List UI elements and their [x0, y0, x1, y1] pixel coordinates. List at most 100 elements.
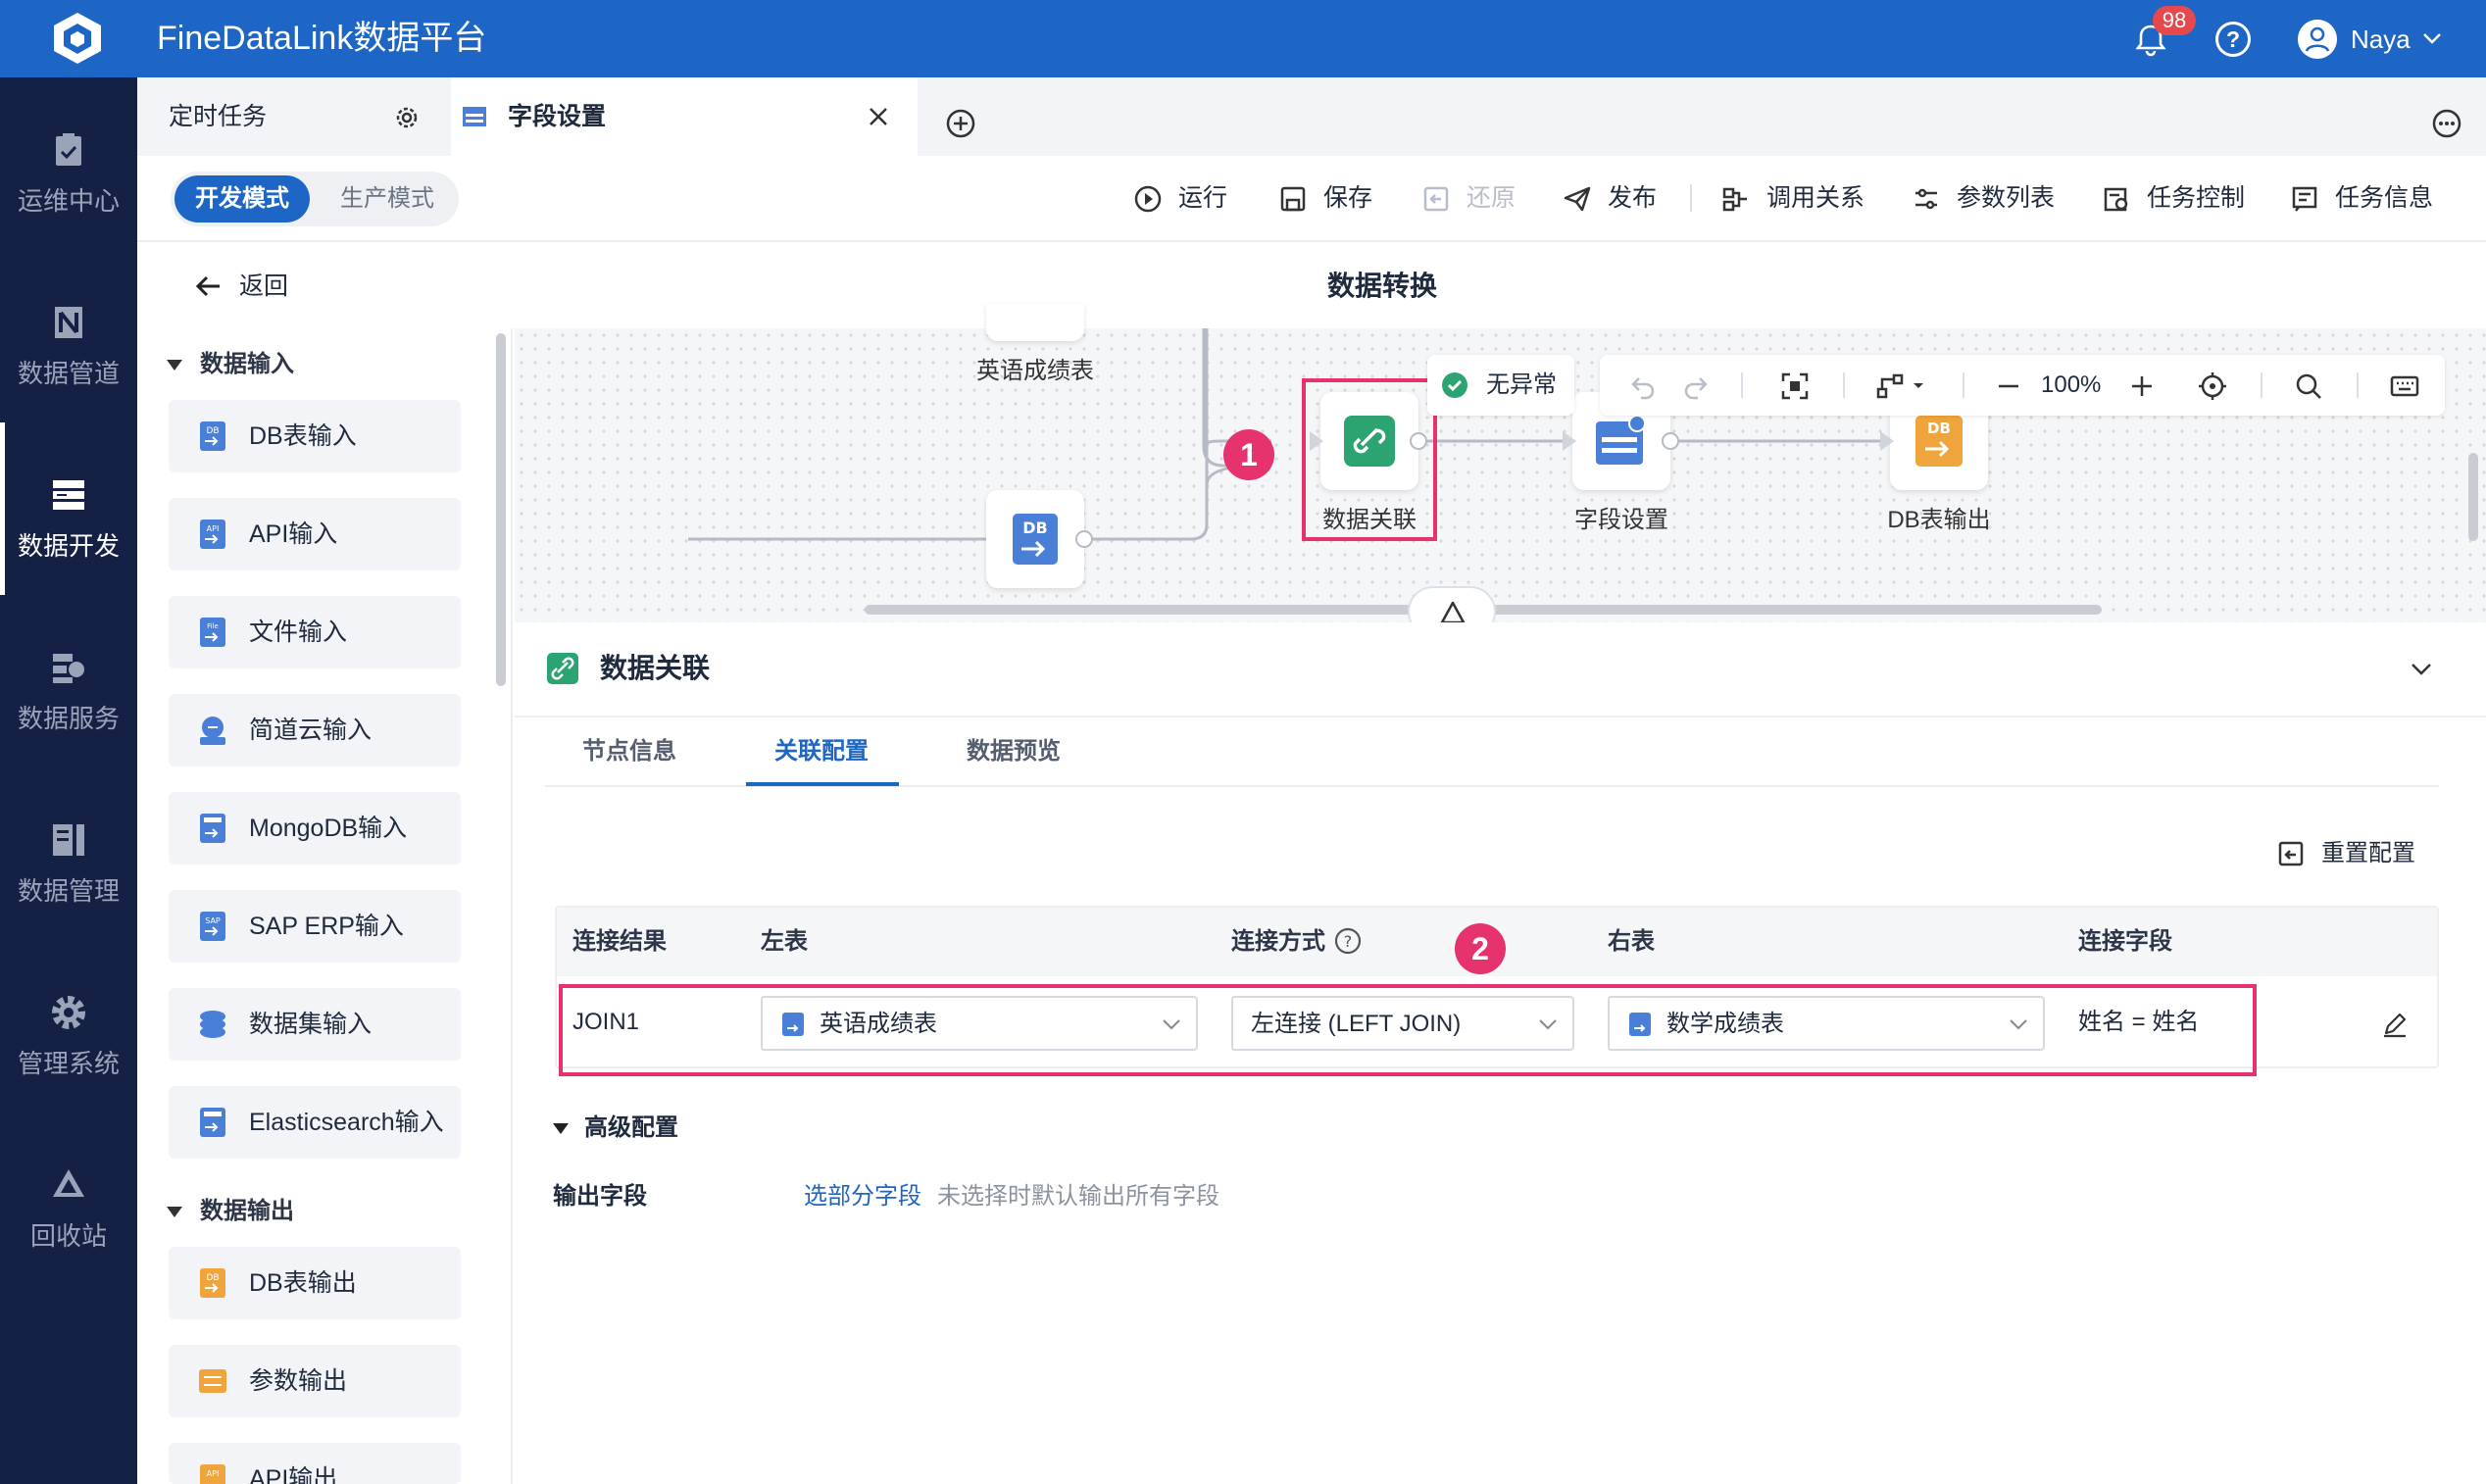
send-icon: [1564, 186, 1591, 212]
palette-item-file-input[interactable]: File 文件输入: [169, 596, 461, 668]
palette-item-dataset-input[interactable]: 数据集输入: [169, 988, 461, 1061]
toolbar-divider: [1741, 372, 1743, 398]
more-icon[interactable]: [2431, 108, 2462, 139]
tab-node-info[interactable]: 节点信息: [582, 735, 676, 768]
nav-item-data-dev[interactable]: 数据开发: [0, 422, 137, 595]
back-button[interactable]: 返回: [239, 267, 288, 306]
run-icon: [1134, 185, 1162, 213]
nav-item-data-management[interactable]: 数据管理: [0, 767, 137, 940]
palette-item-label: 简道云输入: [249, 717, 373, 744]
task-info-label: 任务信息: [2335, 184, 2434, 212]
nav-label: 运维中心: [17, 186, 120, 216]
sliders-icon: [1915, 188, 1937, 210]
palette-item-mongodb-input[interactable]: MongoDB输入: [169, 792, 461, 865]
edit-icon[interactable]: [2380, 1010, 2410, 1039]
palette-item-db-output[interactable]: DB DB表输出: [169, 1247, 461, 1319]
palette-scrollbar[interactable]: [496, 333, 506, 686]
chevron-down-icon[interactable]: [2419, 25, 2445, 51]
clipboard-check-icon: [56, 133, 81, 166]
palette-item-param-output[interactable]: 参数输出: [169, 1345, 461, 1417]
flow-node-label: 英语成绩表: [976, 358, 1094, 384]
highlight-box-2: [559, 984, 2257, 1076]
left-nav: 运维中心 数据管道 数据开发 数据服务 数据管理 管理系统 回收站: [0, 77, 137, 1484]
chevron-down-icon[interactable]: [2408, 655, 2435, 682]
zoom-level: 100%: [2041, 371, 2102, 398]
palette-item-sap-input[interactable]: SAP SAP ERP输入: [169, 890, 461, 963]
gear-icon: [52, 996, 85, 1029]
svg-text:DB: DB: [206, 426, 219, 436]
select-fields-link[interactable]: 选部分字段: [804, 1180, 921, 1213]
palette-item-db-input[interactable]: DB DB表输入: [169, 400, 461, 472]
tab-scheduled-task[interactable]: 定时任务: [137, 77, 451, 156]
tab-join-config[interactable]: 关联配置: [774, 735, 869, 768]
call-relation-label: 调用关系: [1766, 184, 1865, 212]
task-control-label: 任务控制: [2147, 184, 2246, 212]
nav-item-data-service[interactable]: 数据服务: [0, 595, 137, 767]
column-header-left: 左表: [761, 928, 808, 955]
palette-item-es-input[interactable]: Elasticsearch输入: [169, 1086, 461, 1159]
undo-icon[interactable]: [1629, 372, 1657, 400]
user-name[interactable]: Naya: [2351, 22, 2411, 57]
nav-label: 数据开发: [17, 531, 120, 561]
jdy-input-icon: [200, 717, 225, 745]
palette-item-label: SAP ERP输入: [249, 913, 404, 940]
palette-item-api-input[interactable]: API API输入: [169, 498, 461, 570]
add-tab-icon[interactable]: [945, 108, 976, 139]
zoom-out-icon[interactable]: [1996, 373, 2021, 399]
zoom-in-icon[interactable]: [2129, 373, 2155, 399]
toolbar-divider: [1843, 372, 1845, 398]
relation-icon: [1722, 187, 1747, 212]
locate-icon[interactable]: [2198, 371, 2227, 401]
recycle-icon: [53, 1169, 84, 1197]
dev-mode-button[interactable]: 开发模式: [174, 175, 310, 223]
sap-input-icon: SAP: [200, 912, 225, 941]
redo-icon[interactable]: [1682, 372, 1710, 400]
output-port[interactable]: [1662, 432, 1679, 450]
tab-label: 字段设置: [508, 103, 607, 130]
mongodb-input-icon: [200, 814, 225, 843]
svg-text:API: API: [207, 1469, 220, 1478]
reset-config-button[interactable]: 重置配置: [2321, 837, 2415, 870]
fit-view-icon[interactable]: [1780, 371, 1810, 401]
data-service-icon: [53, 654, 84, 683]
gear-icon[interactable]: [392, 103, 422, 132]
prod-mode-button[interactable]: 生产模式: [323, 175, 451, 223]
nav-item-recycle-bin[interactable]: 回收站: [0, 1113, 137, 1285]
layout-icon[interactable]: [1876, 371, 1927, 401]
nav-item-ops-center[interactable]: 运维中心: [0, 77, 137, 250]
active-tab-indicator: [746, 782, 899, 786]
tab-data-preview[interactable]: 数据预览: [967, 735, 1061, 768]
tab-field-settings[interactable]: 字段设置: [451, 77, 918, 156]
flow-node-db-input[interactable]: DB: [986, 490, 1084, 588]
close-icon[interactable]: [867, 105, 890, 128]
palette-item-label: API输出: [249, 1465, 338, 1484]
search-icon[interactable]: [2294, 371, 2323, 401]
palette-item-jdy-input[interactable]: 简道云输入: [169, 694, 461, 767]
help-icon[interactable]: ?: [1333, 926, 1363, 956]
palette-item-api-output[interactable]: API API输出: [169, 1443, 461, 1484]
api-output-icon: API: [200, 1464, 225, 1484]
output-fields-label: 输出字段: [553, 1183, 647, 1210]
help-icon[interactable]: ?: [2215, 22, 2251, 57]
nav-label: 回收站: [29, 1221, 107, 1251]
nav-item-system[interactable]: 管理系统: [0, 940, 137, 1113]
canvas-scrollbar-vertical[interactable]: [2468, 453, 2478, 541]
user-avatar-icon[interactable]: [2298, 20, 2337, 59]
app-title: FineDataLink数据平台: [157, 20, 487, 57]
svg-text:?: ?: [1344, 932, 1353, 951]
palette-item-label: DB表输出: [249, 1269, 357, 1297]
toolbar-divider: [1963, 372, 1964, 398]
save-icon: [1280, 186, 1306, 212]
reset-icon[interactable]: [2276, 839, 2306, 868]
arrow-left-icon[interactable]: [192, 271, 224, 302]
task-info-icon: [2292, 186, 2317, 212]
nav-item-data-pipeline[interactable]: 数据管道: [0, 250, 137, 422]
output-fields-hint: 未选择时默认输出所有字段: [937, 1183, 1219, 1210]
input-port-icon: [1880, 431, 1894, 451]
flow-node-english[interactable]: [986, 304, 1084, 341]
restore-label: 还原: [1467, 184, 1516, 212]
keyboard-icon[interactable]: [2390, 373, 2419, 399]
tab-label: 定时任务: [169, 103, 268, 130]
canvas-toolbar: 100%: [1600, 355, 2445, 416]
output-port[interactable]: [1075, 530, 1093, 548]
